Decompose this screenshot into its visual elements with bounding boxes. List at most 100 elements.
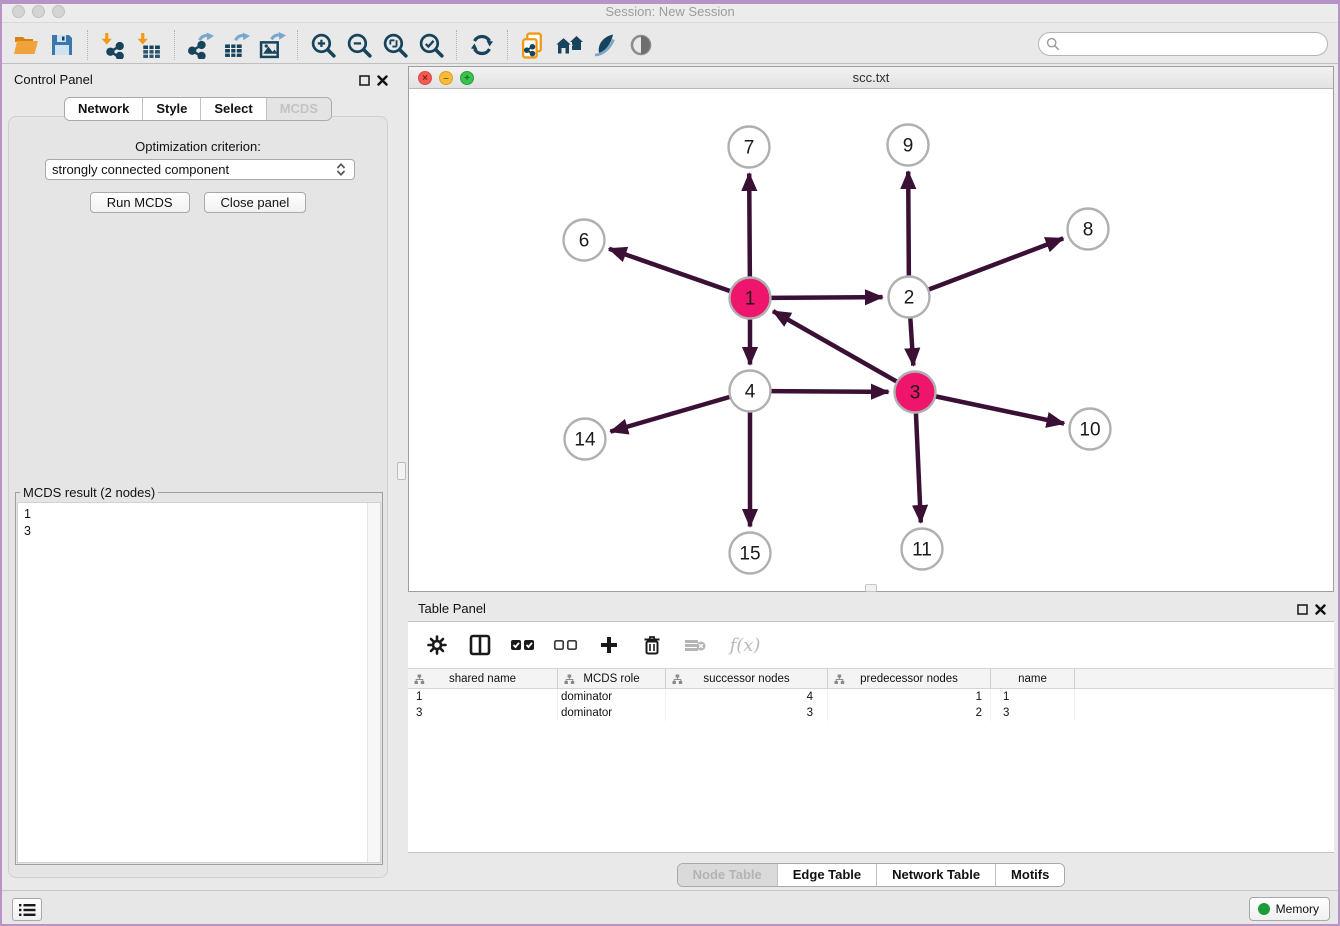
- float-panel-icon[interactable]: [359, 73, 370, 91]
- network-window-titlebar[interactable]: × – + scc.txt: [409, 67, 1333, 89]
- graph-node-label-8: 8: [1083, 220, 1094, 241]
- table-close-panel-icon[interactable]: [1315, 602, 1326, 620]
- cell-mcds-role[interactable]: dominator: [558, 705, 666, 721]
- duplicate-network-button[interactable]: [515, 29, 551, 61]
- search-input[interactable]: [1065, 35, 1327, 53]
- add-column-button[interactable]: [596, 632, 622, 658]
- tree-icon: [564, 674, 575, 685]
- graph-edge-3-11[interactable]: [916, 412, 921, 522]
- close-panel-button[interactable]: Close panel: [204, 192, 307, 213]
- network-graph: 7968124314101511: [409, 89, 1333, 591]
- column-label: MCDS role: [583, 673, 639, 685]
- export-network-button[interactable]: [182, 29, 218, 61]
- zoom-selected-button[interactable]: [413, 29, 449, 61]
- status-bar: Memory: [0, 890, 1340, 926]
- tab-edge-table[interactable]: Edge Table: [778, 864, 877, 886]
- task-history-button[interactable]: [12, 898, 42, 921]
- eye-button[interactable]: [623, 29, 659, 61]
- table-tabs: Node Table Edge Table Network Table Moti…: [408, 863, 1334, 887]
- column-header-predecessor-nodes[interactable]: predecessor nodes: [828, 669, 991, 688]
- vertical-splitter[interactable]: [396, 64, 408, 890]
- cell-predecessor-nodes[interactable]: 1: [828, 689, 991, 705]
- cell-name[interactable]: 1: [991, 689, 1075, 705]
- table-settings-button[interactable]: [424, 632, 450, 658]
- cell-shared-name[interactable]: 3: [408, 705, 558, 721]
- column-header-name[interactable]: name: [991, 669, 1075, 688]
- network-canvas[interactable]: 7968124314101511: [409, 89, 1333, 591]
- network-window-title: scc.txt: [409, 70, 1333, 85]
- table-float-panel-icon[interactable]: [1297, 602, 1308, 620]
- function-builder-button[interactable]: f(x): [725, 632, 765, 658]
- graph-edge-2-8[interactable]: [928, 238, 1063, 289]
- export-image-icon: [259, 32, 286, 59]
- run-mcds-button[interactable]: Run MCDS: [90, 192, 190, 213]
- tab-network[interactable]: Network: [65, 98, 143, 120]
- graph-edge-3-1[interactable]: [773, 311, 897, 382]
- column-header-shared-name[interactable]: shared name: [408, 669, 558, 688]
- graph-edge-2-9[interactable]: [908, 171, 909, 276]
- tab-network-table[interactable]: Network Table: [877, 864, 996, 886]
- zoom-in-icon: [310, 32, 337, 59]
- open-session-button[interactable]: [8, 29, 44, 61]
- delete-column-button[interactable]: [639, 632, 665, 658]
- graph-edge-1-6[interactable]: [609, 249, 731, 291]
- tab-motifs[interactable]: Motifs: [996, 864, 1064, 886]
- table-row[interactable]: 1 dominator 4 1 1: [408, 689, 1334, 705]
- table-header-row: shared name MCDS role successor nodes pr…: [408, 668, 1334, 689]
- cell-predecessor-nodes[interactable]: 2: [828, 705, 991, 721]
- column-header-mcds-role[interactable]: MCDS role: [558, 669, 666, 688]
- cell-successor-nodes[interactable]: 3: [666, 705, 828, 721]
- graph-edge-4-3[interactable]: [770, 391, 888, 392]
- delete-table-button[interactable]: [682, 632, 708, 658]
- close-panel-icon[interactable]: [377, 73, 388, 91]
- cell-successor-nodes[interactable]: 4: [666, 689, 828, 705]
- cell-shared-name[interactable]: 1: [408, 689, 558, 705]
- column-header-successor-nodes[interactable]: successor nodes: [666, 669, 828, 688]
- deselect-all-button[interactable]: [553, 632, 579, 658]
- import-network-button[interactable]: [95, 29, 131, 61]
- table-row[interactable]: 3 dominator 3 2 3: [408, 705, 1334, 721]
- horizontal-splitter-grip[interactable]: [865, 584, 877, 592]
- graph-node-label-11: 11: [912, 540, 932, 561]
- cell-mcds-role[interactable]: dominator: [558, 689, 666, 705]
- zoom-in-button[interactable]: [305, 29, 341, 61]
- tab-select[interactable]: Select: [201, 98, 266, 120]
- cell-name[interactable]: 3: [991, 705, 1075, 721]
- select-stepper-icon: [334, 162, 348, 177]
- criterion-select[interactable]: strongly connected component: [45, 159, 355, 180]
- graph-edge-1-2[interactable]: [770, 297, 882, 298]
- export-image-button[interactable]: [254, 29, 290, 61]
- mcds-result-title: MCDS result (2 nodes): [20, 485, 158, 500]
- tab-style[interactable]: Style: [143, 98, 201, 120]
- refresh-button[interactable]: [464, 29, 500, 61]
- select-all-button[interactable]: [510, 632, 536, 658]
- tab-mcds[interactable]: MCDS: [267, 98, 331, 120]
- graph-edge-4-14[interactable]: [610, 397, 730, 432]
- zoom-out-button[interactable]: [341, 29, 377, 61]
- criterion-selected-value: strongly connected component: [52, 162, 229, 177]
- graph-edge-1-7[interactable]: [749, 173, 750, 277]
- zoom-fit-icon: [382, 32, 409, 59]
- graph-node-label-4: 4: [745, 382, 756, 403]
- home-button[interactable]: [551, 29, 587, 61]
- column-label: successor nodes: [703, 673, 789, 685]
- duplicate-network-icon: [520, 32, 547, 59]
- column-view-button[interactable]: [467, 632, 493, 658]
- memory-button[interactable]: Memory: [1249, 897, 1330, 921]
- zoom-fit-button[interactable]: [377, 29, 413, 61]
- mcds-result-values: 1 3: [24, 506, 31, 540]
- zoom-out-icon: [346, 32, 373, 59]
- splitter-grip[interactable]: [397, 462, 406, 480]
- mcds-result-scrollbar[interactable]: [367, 503, 380, 862]
- table-panel: Table Panel: [408, 595, 1334, 890]
- graph-edge-3-10[interactable]: [935, 396, 1064, 423]
- import-table-button[interactable]: [131, 29, 167, 61]
- save-session-button[interactable]: [44, 29, 80, 61]
- graph-edge-2-3[interactable]: [910, 317, 913, 365]
- export-table-button[interactable]: [218, 29, 254, 61]
- network-view-window: × – + scc.txt 7968124314101511: [408, 66, 1334, 592]
- export-table-icon: [223, 32, 250, 59]
- tab-node-table[interactable]: Node Table: [678, 864, 778, 886]
- wizard-button[interactable]: [587, 29, 623, 61]
- mcds-result-textarea[interactable]: 1 3: [17, 502, 381, 863]
